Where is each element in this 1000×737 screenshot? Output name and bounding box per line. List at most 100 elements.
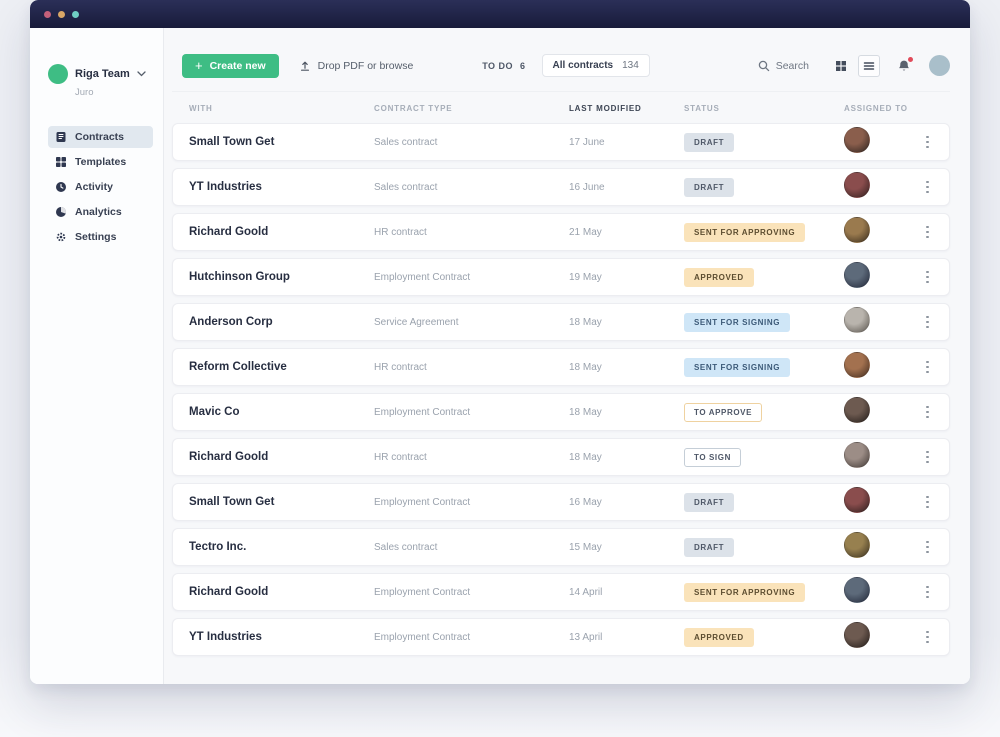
row-with: YT Industries bbox=[189, 631, 262, 643]
assignee-avatar bbox=[844, 126, 870, 153]
contracts-icon bbox=[56, 132, 66, 142]
templates-icon bbox=[56, 157, 66, 167]
row-last-modified: 17 June bbox=[569, 136, 605, 148]
row-last-modified: 18 May bbox=[569, 406, 602, 418]
row-last-modified: 18 May bbox=[569, 316, 602, 328]
assignee-avatar bbox=[844, 576, 870, 603]
status-badge: DRAFT bbox=[684, 493, 735, 512]
row-menu-button[interactable] bbox=[922, 177, 933, 198]
row-with: Richard Goold bbox=[189, 451, 269, 463]
search-button[interactable]: Search bbox=[758, 60, 809, 72]
table-row[interactable]: Hutchinson Group Employment Contract 19 … bbox=[172, 258, 950, 296]
row-menu-button[interactable] bbox=[922, 132, 933, 153]
status-badge: SENT FOR APPROVING bbox=[684, 223, 806, 242]
assignee-avatar bbox=[844, 396, 870, 423]
notifications-button[interactable] bbox=[897, 56, 913, 73]
row-last-modified: 21 May bbox=[569, 226, 602, 238]
maximize-window-icon[interactable] bbox=[72, 10, 79, 18]
sidebar: Riga Team Juro Contracts Templates Activ… bbox=[30, 28, 164, 684]
table-row[interactable]: Small Town Get Sales contract 17 June DR… bbox=[172, 123, 950, 161]
sidebar-item-templates[interactable]: Templates bbox=[48, 151, 153, 173]
assignee-avatar bbox=[844, 171, 870, 198]
assignee-avatar bbox=[844, 486, 870, 513]
row-last-modified: 15 May bbox=[569, 541, 602, 553]
row-menu-button[interactable] bbox=[922, 447, 933, 468]
sidebar-item-label: Activity bbox=[75, 181, 113, 193]
row-contract-type: HR contract bbox=[374, 361, 427, 373]
sidebar-item-contracts[interactable]: Contracts bbox=[48, 126, 153, 148]
row-with: Small Town Get bbox=[189, 496, 275, 508]
sidebar-item-settings[interactable]: Settings bbox=[48, 226, 153, 248]
user-avatar[interactable] bbox=[929, 55, 950, 76]
plus-icon: + bbox=[195, 57, 203, 73]
team-switcher[interactable]: Riga Team bbox=[48, 64, 153, 84]
row-menu-button[interactable] bbox=[922, 312, 933, 333]
table-row[interactable]: Richard Goold Employment Contract 14 Apr… bbox=[172, 573, 950, 611]
toolbar: + Create new Drop PDF or browse TO DO 6 … bbox=[172, 44, 950, 92]
column-header-with[interactable]: WITH bbox=[189, 104, 374, 113]
row-last-modified: 18 May bbox=[569, 361, 602, 373]
row-menu-button[interactable] bbox=[922, 537, 933, 558]
row-last-modified: 19 May bbox=[569, 271, 602, 283]
row-with: Richard Goold bbox=[189, 226, 269, 238]
table-row[interactable]: YT Industries Sales contract 16 June DRA… bbox=[172, 168, 950, 206]
team-avatar bbox=[48, 64, 68, 84]
column-header-assigned-to[interactable]: ASSIGNED TO bbox=[844, 104, 913, 113]
row-last-modified: 13 April bbox=[569, 631, 603, 643]
assignee-avatar bbox=[844, 621, 870, 648]
main-panel: + Create new Drop PDF or browse TO DO 6 … bbox=[164, 28, 970, 684]
assignee-avatar bbox=[844, 216, 870, 243]
sidebar-item-analytics[interactable]: Analytics bbox=[48, 201, 153, 223]
row-with: Hutchinson Group bbox=[189, 271, 290, 283]
row-with: Anderson Corp bbox=[189, 316, 273, 328]
row-with: Richard Goold bbox=[189, 586, 269, 598]
column-header-last-modified[interactable]: LAST MODIFIED bbox=[569, 104, 684, 113]
todo-filter[interactable]: TO DO 6 bbox=[482, 61, 525, 71]
row-contract-type: Employment Contract bbox=[374, 496, 471, 508]
row-with: Tectro Inc. bbox=[189, 541, 247, 553]
row-menu-button[interactable] bbox=[922, 357, 933, 378]
table-row[interactable]: YT Industries Employment Contract 13 Apr… bbox=[172, 618, 950, 656]
status-badge: DRAFT bbox=[684, 133, 735, 152]
table-row[interactable]: Reform Collective HR contract 18 May SEN… bbox=[172, 348, 950, 386]
list-view-button[interactable] bbox=[858, 54, 880, 77]
sidebar-item-activity[interactable]: Activity bbox=[48, 176, 153, 198]
table-row[interactable]: Mavic Co Employment Contract 18 May TO A… bbox=[172, 393, 950, 431]
status-badge: TO APPROVE bbox=[684, 403, 763, 422]
view-toggle bbox=[830, 54, 880, 77]
contracts-count: 134 bbox=[622, 60, 639, 71]
row-with: YT Industries bbox=[189, 181, 262, 193]
column-header-contract-type[interactable]: CONTRACT TYPE bbox=[374, 104, 569, 113]
row-menu-button[interactable] bbox=[922, 267, 933, 288]
search-icon bbox=[758, 60, 769, 71]
row-menu-button[interactable] bbox=[922, 582, 933, 603]
drop-pdf-label: Drop PDF or browse bbox=[317, 59, 414, 72]
status-badge: TO SIGN bbox=[684, 448, 741, 467]
todo-count: 6 bbox=[520, 60, 526, 71]
close-window-icon[interactable] bbox=[44, 10, 51, 18]
row-menu-button[interactable] bbox=[922, 627, 933, 648]
table-row[interactable]: Richard Goold HR contract 21 May SENT FO… bbox=[172, 213, 950, 251]
table-row[interactable]: Anderson Corp Service Agreement 18 May S… bbox=[172, 303, 950, 341]
row-contract-type: Employment Contract bbox=[374, 271, 471, 283]
row-contract-type: Employment Contract bbox=[374, 631, 471, 643]
create-new-button[interactable]: + Create new bbox=[182, 53, 279, 78]
grid-view-button[interactable] bbox=[830, 55, 852, 77]
row-menu-button[interactable] bbox=[922, 222, 933, 243]
drop-pdf-button[interactable]: Drop PDF or browse bbox=[299, 59, 414, 72]
table-row[interactable]: Small Town Get Employment Contract 16 Ma… bbox=[172, 483, 950, 521]
window-titlebar bbox=[30, 0, 970, 28]
chevron-down-icon bbox=[137, 71, 146, 77]
table-header: WITH CONTRACT TYPE LAST MODIFIED STATUS … bbox=[172, 92, 950, 123]
status-badge: APPROVED bbox=[684, 268, 754, 287]
table-row[interactable]: Richard Goold HR contract 18 May TO SIGN bbox=[172, 438, 950, 476]
row-with: Reform Collective bbox=[189, 361, 287, 373]
row-with: Mavic Co bbox=[189, 406, 240, 418]
row-menu-button[interactable] bbox=[922, 492, 933, 513]
all-contracts-filter[interactable]: All contracts 134 bbox=[541, 54, 650, 77]
row-menu-button[interactable] bbox=[922, 402, 933, 423]
table-row[interactable]: Tectro Inc. Sales contract 15 May DRAFT bbox=[172, 528, 950, 566]
minimize-window-icon[interactable] bbox=[58, 10, 65, 18]
column-header-status[interactable]: STATUS bbox=[684, 104, 844, 113]
grid-view-icon bbox=[836, 60, 846, 71]
